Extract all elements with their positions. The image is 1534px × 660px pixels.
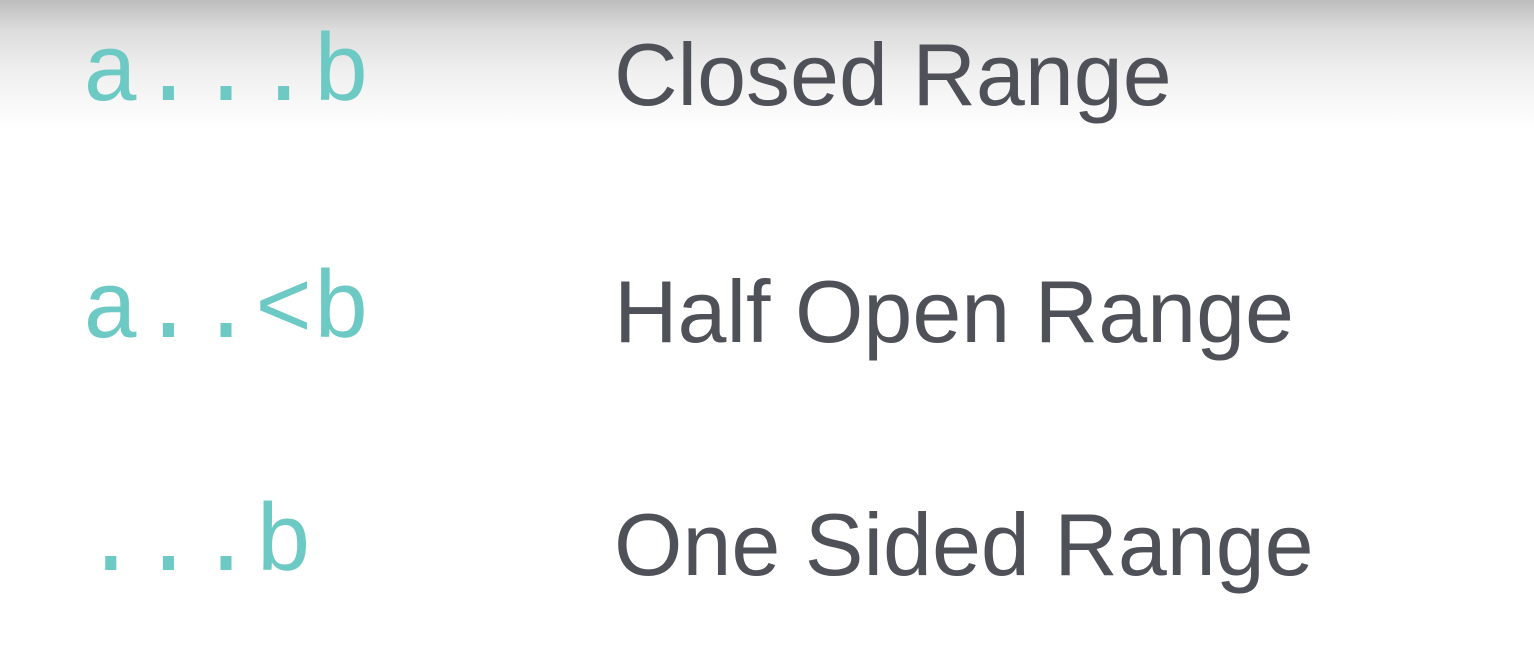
range-syntax: a...b bbox=[82, 20, 371, 129]
range-row-one-sided: ...b One Sided Range bbox=[0, 480, 1534, 610]
range-syntax: a..<b bbox=[82, 257, 371, 366]
range-name: Closed Range bbox=[614, 25, 1172, 124]
range-syntax: ...b bbox=[82, 490, 313, 599]
range-name: One Sided Range bbox=[614, 495, 1314, 594]
range-row-half-open: a..<b Half Open Range bbox=[0, 247, 1534, 377]
range-row-closed: a...b Closed Range bbox=[0, 10, 1534, 140]
range-name: Half Open Range bbox=[614, 262, 1294, 361]
slide: a...b Closed Range a..<b Half Open Range… bbox=[0, 0, 1534, 660]
